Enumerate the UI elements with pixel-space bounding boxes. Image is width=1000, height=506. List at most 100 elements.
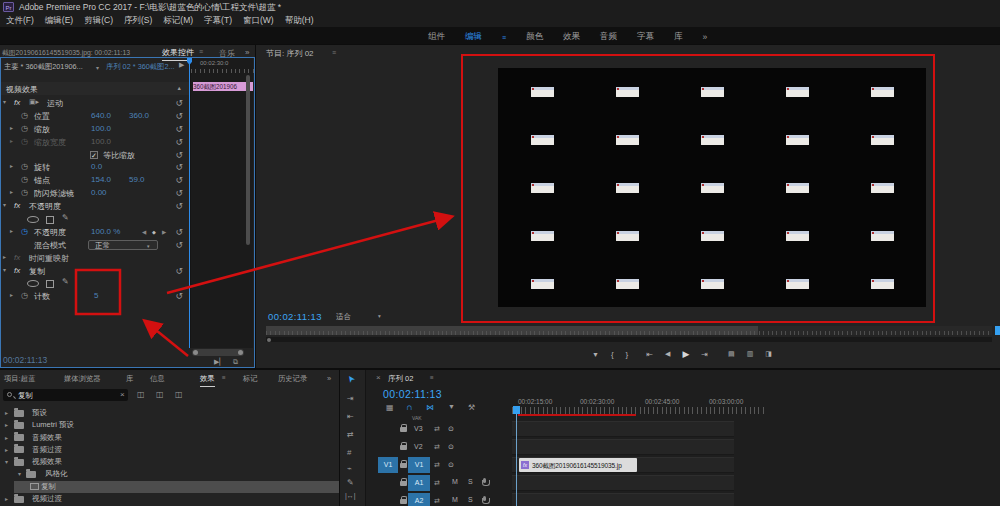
timeline-ruler-ticks[interactable] bbox=[512, 407, 764, 414]
export-frame-button[interactable]: ◨ bbox=[765, 350, 772, 358]
source-patch[interactable]: V1 bbox=[378, 457, 398, 473]
play-button[interactable]: ▶ bbox=[682, 349, 689, 359]
param-row-rotation[interactable]: ▸ ◷ 旋转 0.0 ↺ bbox=[0, 161, 189, 174]
sequence-clip-label[interactable]: 序列 02 * 360截图2... bbox=[106, 62, 175, 72]
param-row-opacity[interactable]: ▸ ◷ 不透明度 100.0 % ◀ ◆ ▶ ↺ bbox=[0, 226, 189, 239]
param-row-uniform-scale[interactable]: ✓ 等比缩放 ↺ bbox=[0, 149, 189, 162]
stopwatch-icon[interactable]: ◷ bbox=[21, 124, 28, 133]
reset-icon[interactable]: ↺ bbox=[175, 162, 183, 172]
tree-item[interactable]: ▸音频效果 bbox=[0, 432, 339, 444]
tree-item-selected[interactable]: 复制 bbox=[0, 481, 339, 493]
param-value[interactable]: 5 bbox=[94, 291, 98, 300]
new-bin-icon[interactable]: ◫ bbox=[137, 390, 145, 399]
reset-icon[interactable]: ↺ bbox=[175, 201, 183, 211]
track-target[interactable]: A2 bbox=[408, 493, 430, 506]
nest-toggle-icon[interactable]: ▦ bbox=[386, 403, 394, 412]
workspace-tab-audio[interactable]: 音频 bbox=[600, 31, 617, 43]
export-icon[interactable]: ⧉ bbox=[233, 358, 238, 366]
fit-dropdown[interactable]: 适合 bbox=[336, 312, 351, 322]
track-target[interactable]: A1 bbox=[408, 475, 430, 491]
collapse-icon[interactable]: ▲ bbox=[177, 85, 182, 91]
param-row-anchor[interactable]: ◷ 锚点 154.0 59.0 ↺ bbox=[0, 174, 189, 187]
track-lock-icon[interactable] bbox=[400, 463, 407, 468]
param-value-y[interactable]: 360.0 bbox=[129, 111, 149, 120]
tree-chevron-icon[interactable]: ▸ bbox=[5, 434, 8, 441]
source-monitor-tab[interactable]: 截图20190616145519035.jpg: 00:02:11:13 bbox=[2, 48, 130, 58]
track-visibility-icon[interactable]: ⊙ bbox=[448, 443, 454, 451]
project-tab[interactable]: 项目:超蓝 bbox=[4, 374, 35, 384]
checkbox-checked-icon[interactable]: ✓ bbox=[90, 151, 98, 159]
workspace-tab-editing[interactable]: 编辑 bbox=[465, 31, 482, 43]
reset-icon[interactable]: ↺ bbox=[175, 291, 183, 301]
mute-button[interactable]: M bbox=[452, 478, 458, 485]
effect-row-opacity[interactable]: ▾ fx 不透明度 ↺ bbox=[0, 200, 189, 213]
expand-chevron-icon[interactable]: ▸ bbox=[10, 162, 13, 169]
master-clip-label[interactable]: 主要 * 360截图201906... bbox=[4, 62, 83, 72]
param-value-y[interactable]: 59.0 bbox=[129, 175, 145, 184]
track-visibility-icon[interactable]: ⊙ bbox=[448, 461, 454, 469]
solo-button[interactable]: S bbox=[468, 496, 473, 503]
panel-menu-icon[interactable]: ≡ bbox=[222, 374, 226, 381]
scrubber-playhead[interactable] bbox=[995, 326, 1000, 335]
tree-item[interactable]: ▸Lumetri 预设 bbox=[0, 419, 339, 431]
monitor-timecode[interactable]: 00:02:11:13 bbox=[268, 311, 322, 322]
expand-chevron-icon[interactable]: ▸ bbox=[10, 188, 13, 195]
param-row-count[interactable]: ▸ ◷ 计数 5 ↺ bbox=[0, 290, 189, 303]
chevron-down-icon[interactable]: ▾ bbox=[96, 64, 99, 71]
info-tab[interactable]: 信息 bbox=[150, 374, 165, 384]
param-row-position[interactable]: ◷ 位置 640.0 360.0 ↺ bbox=[0, 110, 189, 123]
menu-clip[interactable]: 剪辑(C) bbox=[84, 15, 113, 27]
param-row-blendmode[interactable]: 混合模式 正常 ▾ ↺ bbox=[0, 239, 189, 252]
fx-badge-icon[interactable]: fx bbox=[14, 201, 20, 210]
menu-title[interactable]: 字幕(T) bbox=[204, 15, 232, 27]
reset-icon[interactable]: ↺ bbox=[175, 150, 183, 160]
workspace-tab-effects[interactable]: 效果 bbox=[563, 31, 580, 43]
track-lock-icon[interactable] bbox=[400, 499, 407, 504]
reset-icon[interactable]: ↺ bbox=[175, 266, 183, 276]
panel-menu-icon[interactable]: ≡ bbox=[332, 49, 336, 56]
clear-search-icon[interactable]: × bbox=[120, 390, 125, 399]
collapse-chevron-icon[interactable]: ▾ bbox=[3, 266, 6, 273]
step-forward-button[interactable]: ⇥ bbox=[701, 350, 708, 359]
ec-zoom-scrollbar[interactable] bbox=[192, 349, 244, 356]
add-keyframe-icon[interactable]: ◆ bbox=[152, 229, 156, 235]
effect-row-time-remap[interactable]: ▸ fx 时间重映射 bbox=[0, 252, 189, 265]
param-value-x[interactable]: 154.0 bbox=[91, 175, 111, 184]
timeline-clip[interactable]: fx 360截图20190616145519035.jp bbox=[519, 458, 637, 472]
play-button[interactable]: ▶▏ bbox=[214, 358, 225, 366]
linked-selection-icon[interactable]: ⋈ bbox=[426, 403, 434, 412]
search-input[interactable]: 复制 bbox=[18, 391, 33, 401]
panel-menu-icon[interactable]: ≡ bbox=[199, 48, 203, 55]
stopwatch-icon[interactable]: ◷ bbox=[21, 188, 28, 197]
reset-icon[interactable]: ↺ bbox=[175, 240, 183, 250]
ec-vertical-scrollbar[interactable] bbox=[246, 75, 250, 245]
history-tab[interactable]: 历史记录 bbox=[278, 374, 307, 384]
add-marker-icon[interactable]: ▼ bbox=[448, 403, 455, 410]
tree-chevron-icon[interactable]: ▾ bbox=[18, 470, 21, 477]
mic-icon[interactable] bbox=[483, 496, 486, 501]
rect-mask-icon[interactable] bbox=[46, 216, 54, 224]
track-select-tool[interactable]: ⇥ bbox=[347, 394, 354, 403]
expand-chevron-icon[interactable]: ▸ bbox=[10, 124, 13, 131]
lift-button[interactable]: ▤ bbox=[728, 350, 735, 358]
sync-lock-icon[interactable]: ⇄ bbox=[434, 443, 440, 451]
mark-in-button[interactable]: { bbox=[611, 350, 614, 359]
menu-window[interactable]: 窗口(W) bbox=[243, 15, 274, 27]
track-lock-icon[interactable] bbox=[400, 427, 407, 432]
effect-row-motion[interactable]: ▾ fx ▣▸ 运动 ↺ bbox=[0, 97, 189, 110]
track-lock-icon[interactable] bbox=[400, 445, 407, 450]
markers-tab[interactable]: 标记 bbox=[243, 374, 258, 384]
chevron-down-icon[interactable]: ▾ bbox=[378, 313, 381, 319]
param-value-x[interactable]: 640.0 bbox=[91, 111, 111, 120]
video-preview[interactable] bbox=[498, 68, 926, 307]
tree-item[interactable]: ▸视频过渡 bbox=[0, 493, 339, 505]
track-target[interactable]: V1 bbox=[408, 457, 430, 473]
snap-toggle-icon[interactable]: ∩ bbox=[406, 402, 413, 412]
timeline-playhead-line[interactable] bbox=[516, 413, 517, 506]
effects-tab[interactable]: 效果 bbox=[200, 374, 215, 387]
mini-clip-bar[interactable]: 360截图201906 bbox=[193, 82, 253, 91]
param-value[interactable]: 0.0 bbox=[91, 162, 102, 171]
tree-chevron-icon[interactable]: ▸ bbox=[5, 409, 8, 416]
pen-mask-icon[interactable]: ✎ bbox=[62, 277, 69, 286]
tree-item[interactable]: ▾风格化 bbox=[0, 468, 339, 480]
